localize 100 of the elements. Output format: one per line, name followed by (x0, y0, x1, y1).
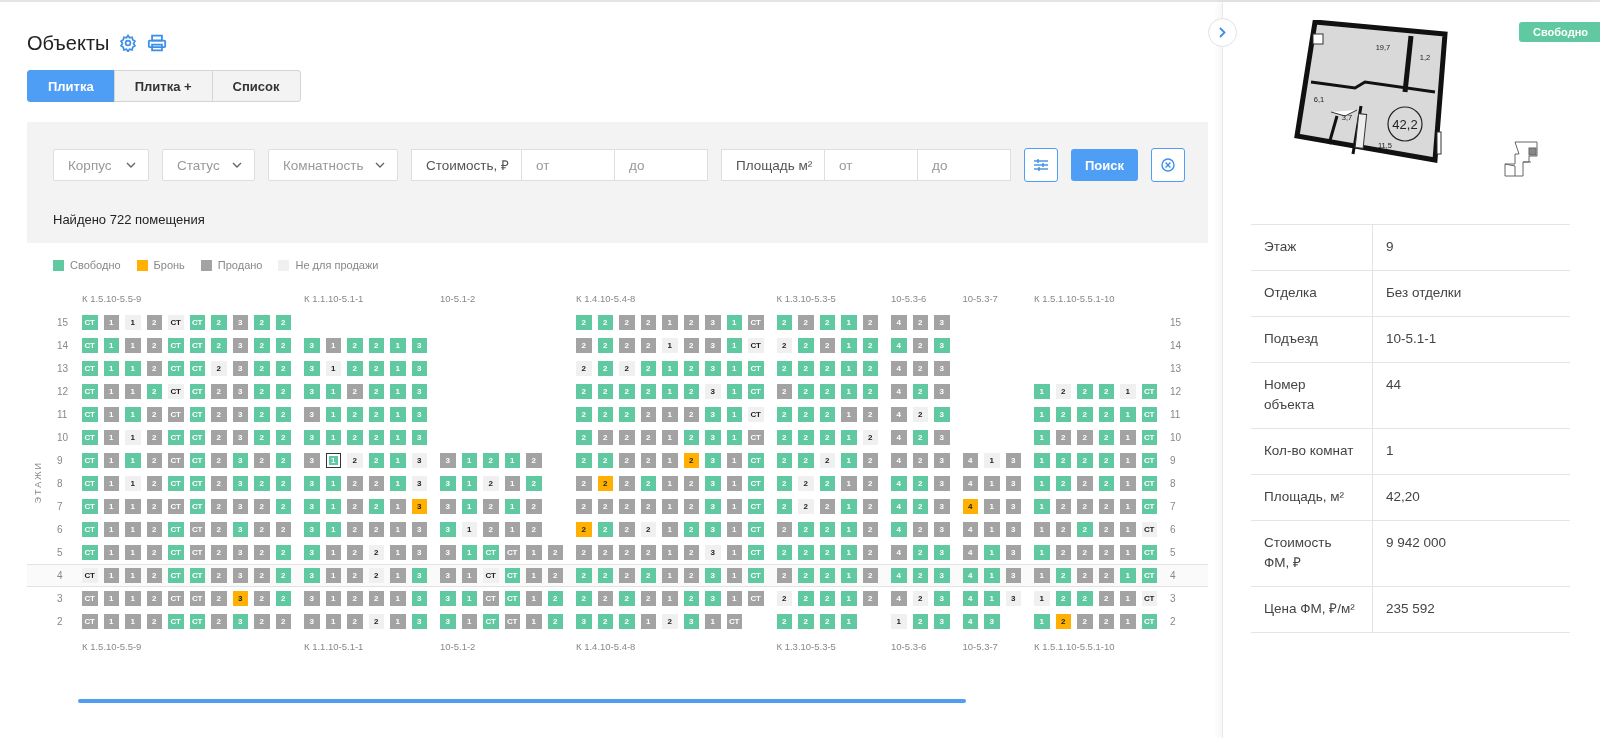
apartment-tile[interactable]: 1 (984, 521, 1000, 538)
apartment-tile[interactable]: 2 (211, 613, 227, 630)
apartment-tile[interactable]: 4 (891, 475, 907, 492)
apartment-tile[interactable]: 3 (705, 452, 721, 469)
apartment-tile[interactable]: 3 (411, 429, 427, 446)
apartment-tile[interactable]: 1 (504, 498, 520, 515)
apartment-tile[interactable]: 1 (325, 337, 341, 354)
apartment-tile[interactable]: 2 (1098, 613, 1114, 630)
apartment-tile[interactable]: 1 (325, 475, 341, 492)
apartment-tile[interactable]: 1 (125, 567, 141, 584)
apartment-tile[interactable]: СТ (748, 521, 764, 538)
apartment-tile[interactable]: 2 (254, 475, 270, 492)
apartment-tile[interactable]: 4 (891, 590, 907, 607)
apartment-tile[interactable]: СТ (189, 429, 205, 446)
apartment-tile[interactable]: 3 (232, 475, 248, 492)
apartment-tile[interactable]: 1 (1120, 544, 1136, 561)
apartment-tile[interactable]: 2 (1055, 429, 1071, 446)
apartment-tile[interactable]: 2 (862, 452, 878, 469)
apartment-tile[interactable]: 2 (862, 314, 878, 331)
apartment-tile[interactable]: СТ (748, 337, 764, 354)
apartment-tile[interactable]: 2 (146, 590, 162, 607)
apartment-tile[interactable]: 2 (912, 544, 928, 561)
apartment-tile[interactable]: СТ (82, 383, 98, 400)
apartment-tile[interactable]: 1 (461, 521, 477, 538)
apartment-tile[interactable]: 2 (368, 383, 384, 400)
apartment-tile[interactable]: 2 (798, 429, 814, 446)
apartment-tile[interactable]: 3 (934, 360, 950, 377)
apartment-tile[interactable]: 2 (619, 544, 635, 561)
apartment-tile[interactable]: 2 (347, 475, 363, 492)
apartment-tile[interactable]: СТ (504, 567, 520, 584)
apartment-tile[interactable]: 2 (211, 521, 227, 538)
apartment-tile[interactable]: 2 (1098, 383, 1114, 400)
apartment-tile[interactable]: 2 (862, 429, 878, 446)
apartment-tile[interactable]: 1 (662, 544, 678, 561)
view-tab[interactable]: Плитка (27, 70, 115, 102)
apartment-tile[interactable]: 3 (705, 383, 721, 400)
apartment-tile[interactable]: 2 (576, 590, 592, 607)
apartment-tile[interactable]: 2 (1077, 406, 1093, 423)
apartment-tile[interactable]: 1 (103, 360, 119, 377)
apartment-tile[interactable]: 2 (862, 521, 878, 538)
apartment-tile[interactable]: 2 (211, 590, 227, 607)
apartment-tile[interactable]: СТ (748, 314, 764, 331)
apartment-tile[interactable]: СТ (189, 360, 205, 377)
apartment-tile[interactable]: 2 (1098, 567, 1114, 584)
apartment-tile[interactable]: 2 (146, 475, 162, 492)
apartment-tile[interactable]: 1 (325, 406, 341, 423)
print-icon[interactable] (147, 34, 168, 52)
apartment-tile[interactable]: 1 (103, 521, 119, 538)
apartment-tile[interactable]: СТ (82, 590, 98, 607)
apartment-tile[interactable]: 1 (662, 360, 678, 377)
apartment-tile[interactable]: 2 (368, 452, 384, 469)
apartment-tile[interactable]: 2 (862, 406, 878, 423)
apartment-tile[interactable]: 2 (597, 613, 613, 630)
apartment-tile[interactable]: СТ (168, 475, 184, 492)
apartment-tile[interactable]: 1 (125, 383, 141, 400)
apartment-tile[interactable]: 4 (962, 544, 978, 561)
apartment-tile[interactable]: 1 (1120, 383, 1136, 400)
apartment-tile[interactable]: 2 (798, 567, 814, 584)
apartment-tile[interactable]: 2 (347, 383, 363, 400)
apartment-tile[interactable]: 2 (776, 429, 792, 446)
apartment-tile[interactable]: 2 (798, 383, 814, 400)
apartment-tile[interactable]: 3 (705, 521, 721, 538)
apartment-tile[interactable]: 1 (461, 544, 477, 561)
apartment-tile[interactable]: 3 (984, 613, 1000, 630)
apartment-tile[interactable]: 2 (347, 590, 363, 607)
apartment-tile[interactable]: СТ (748, 429, 764, 446)
apartment-tile[interactable]: 2 (597, 314, 613, 331)
apartment-tile[interactable]: СТ (1141, 567, 1157, 584)
apartment-tile[interactable]: 1 (1034, 498, 1050, 515)
apartment-tile[interactable]: 1 (841, 475, 857, 492)
apartment-tile[interactable]: СТ (1141, 475, 1157, 492)
apartment-tile[interactable]: 2 (347, 452, 363, 469)
apartment-tile[interactable]: 3 (411, 544, 427, 561)
apartment-tile[interactable]: 1 (461, 613, 477, 630)
apartment-tile[interactable]: 1 (841, 613, 857, 630)
apartment-tile[interactable]: 2 (619, 521, 635, 538)
apartment-tile[interactable]: 2 (912, 475, 928, 492)
apartment-tile[interactable]: 1 (125, 452, 141, 469)
apartment-tile[interactable]: 2 (275, 337, 291, 354)
apartment-tile[interactable]: 2 (146, 567, 162, 584)
apartment-tile[interactable]: 2 (368, 337, 384, 354)
apartment-tile[interactable]: СТ (1141, 498, 1157, 515)
apartment-tile[interactable]: 2 (576, 567, 592, 584)
apartment-tile[interactable]: 2 (1055, 452, 1071, 469)
apartment-tile[interactable]: 1 (390, 590, 406, 607)
apartment-tile[interactable]: 2 (368, 521, 384, 538)
apartment-tile[interactable]: 2 (211, 383, 227, 400)
apartment-tile[interactable]: 2 (347, 521, 363, 538)
apartment-tile[interactable]: 2 (211, 337, 227, 354)
apartment-tile[interactable]: 1 (841, 383, 857, 400)
apartment-tile[interactable]: 2 (683, 498, 699, 515)
apartment-tile[interactable]: 1 (390, 613, 406, 630)
apartment-tile[interactable]: 2 (683, 360, 699, 377)
apartment-tile[interactable]: 2 (862, 544, 878, 561)
apartment-tile[interactable]: 1 (125, 521, 141, 538)
apartment-tile[interactable]: 2 (1098, 544, 1114, 561)
reset-button[interactable] (1151, 148, 1185, 182)
apartment-tile[interactable]: 2 (776, 544, 792, 561)
apartment-tile[interactable]: 2 (776, 452, 792, 469)
apartment-tile[interactable]: 4 (962, 567, 978, 584)
